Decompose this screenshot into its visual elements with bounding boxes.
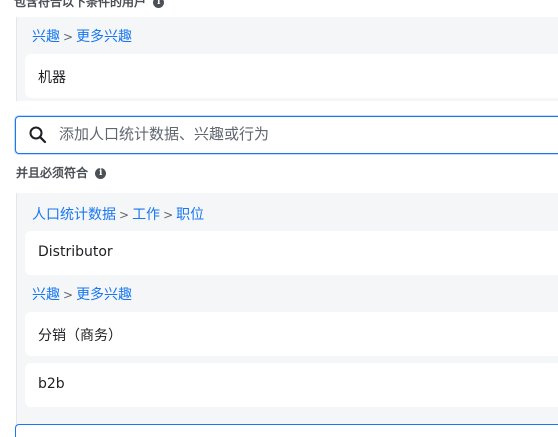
tag-label: 机器 bbox=[38, 70, 66, 86]
search-icon bbox=[29, 126, 47, 144]
search-input[interactable] bbox=[59, 123, 539, 145]
include-criteria-panel: 兴趣 > 更多兴趣 机器 bbox=[16, 17, 558, 101]
breadcrumb-separator: > bbox=[119, 208, 130, 222]
tag-label: 分销（商务） bbox=[38, 328, 122, 344]
breadcrumb: 兴趣 > 更多兴趣 bbox=[32, 284, 132, 304]
info-icon[interactable]: i bbox=[95, 168, 107, 179]
narrow-audience-label: 并且必须符合 i bbox=[16, 164, 107, 181]
targeting-search-box-next[interactable] bbox=[15, 424, 558, 437]
breadcrumb-job-titles[interactable]: 职位 bbox=[176, 207, 204, 223]
targeting-tag[interactable]: 分销（商务） bbox=[25, 312, 558, 356]
info-icon[interactable]: i bbox=[153, 0, 165, 8]
targeting-tag[interactable]: Distributor bbox=[25, 231, 558, 275]
targeting-tag[interactable]: 机器 bbox=[25, 54, 558, 98]
breadcrumb-interests[interactable]: 兴趣 bbox=[32, 29, 60, 45]
narrow-audience-label-text: 并且必须符合 bbox=[16, 166, 89, 180]
breadcrumb-more-interests[interactable]: 更多兴趣 bbox=[76, 287, 132, 303]
breadcrumb-demographics[interactable]: 人口统计数据 bbox=[32, 207, 116, 223]
breadcrumb: 人口统计数据 > 工作 > 职位 bbox=[32, 204, 204, 224]
breadcrumb-separator: > bbox=[63, 288, 74, 302]
breadcrumb: 兴趣 > 更多兴趣 bbox=[32, 26, 132, 46]
breadcrumb-interests[interactable]: 兴趣 bbox=[32, 287, 60, 303]
targeting-tag[interactable]: b2b bbox=[25, 363, 558, 407]
targeting-search-box[interactable] bbox=[15, 116, 558, 154]
breadcrumb-work[interactable]: 工作 bbox=[132, 207, 160, 223]
breadcrumb-separator: > bbox=[63, 30, 74, 44]
include-heading-text: 包含符合以下条件的用户 bbox=[14, 0, 147, 9]
breadcrumb-more-interests[interactable]: 更多兴趣 bbox=[76, 29, 132, 45]
narrow-criteria-panel: 人口统计数据 > 工作 > 职位 Distributor 兴趣 > 更多兴趣 分销（商务） … bbox=[16, 193, 558, 425]
include-heading: 包含符合以下条件的用户 i bbox=[14, 0, 165, 9]
breadcrumb-separator: > bbox=[163, 208, 174, 222]
tag-label: Distributor bbox=[38, 244, 113, 260]
tag-label: b2b bbox=[38, 376, 65, 392]
